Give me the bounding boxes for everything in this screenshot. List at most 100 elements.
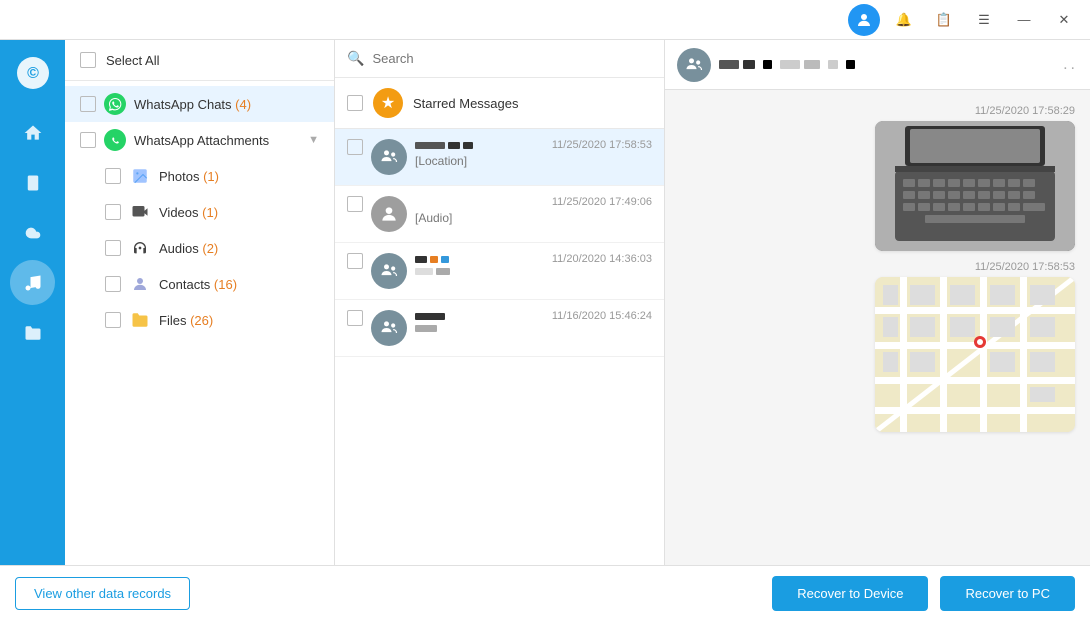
photos-label: Photos (1) xyxy=(159,169,219,184)
chat-3-preview xyxy=(415,268,652,275)
list-item-files[interactable]: Files (26) xyxy=(65,302,334,338)
sidebar-item-home[interactable] xyxy=(10,110,55,155)
title-bar-icons: 🔔 📋 ☰ — ✕ xyxy=(848,4,1080,36)
sidebar: © xyxy=(0,40,65,565)
photos-checkbox[interactable] xyxy=(105,168,121,184)
menu-icon[interactable]: ☰ xyxy=(968,4,1000,36)
list-item-photos[interactable]: Photos (1) xyxy=(65,158,334,194)
list-item-audios[interactable]: Audios (2) xyxy=(65,230,334,266)
left-panel: Select All WhatsApp Chats (4) xyxy=(65,40,335,565)
chat-1-content: 11/25/2020 17:58:53 [Location] xyxy=(415,139,652,168)
photos-icon xyxy=(129,165,151,187)
list-item-whatsapp-chats[interactable]: WhatsApp Chats (4) xyxy=(65,86,334,122)
chat-3-avatar xyxy=(371,253,407,289)
view-records-button[interactable]: View other data records xyxy=(15,577,190,610)
main-layout: © Select All xyxy=(0,40,1090,565)
message1-time: 11/25/2020 17:58:29 xyxy=(875,105,1075,117)
minimize-button[interactable]: — xyxy=(1008,4,1040,36)
videos-icon xyxy=(129,201,151,223)
chat-list: 11/25/2020 17:58:53 [Location] 11/25/202… xyxy=(335,129,664,565)
search-icon: 🔍 xyxy=(347,50,364,67)
bell-icon[interactable]: 🔔 xyxy=(888,4,920,36)
category-list: WhatsApp Chats (4) WhatsApp Attachments … xyxy=(65,81,334,565)
whatsapp-attachments-label: WhatsApp Attachments xyxy=(134,133,269,148)
svg-text:©: © xyxy=(27,65,39,82)
chat-item-3[interactable]: 11/20/2020 14:36:03 xyxy=(335,243,664,300)
bottom-bar: View other data records Recover to Devic… xyxy=(0,565,1090,620)
chat-4-preview xyxy=(415,325,652,332)
whatsapp-chats-label: WhatsApp Chats (4) xyxy=(134,97,251,112)
sidebar-item-music[interactable] xyxy=(10,260,55,305)
message-map: 11/25/2020 17:58:53 xyxy=(875,261,1075,432)
chat-2-time: 11/25/2020 17:49:06 xyxy=(552,196,652,208)
chat-1-preview: [Location] xyxy=(415,154,652,168)
message-keyboard: 11/25/2020 17:58:29 xyxy=(875,105,1075,251)
keyboard-image xyxy=(875,121,1075,251)
chat-2-checkbox[interactable] xyxy=(347,196,363,212)
list-item-videos[interactable]: Videos (1) xyxy=(65,194,334,230)
videos-checkbox[interactable] xyxy=(105,204,121,220)
message1-bubble xyxy=(875,121,1075,251)
files-label: Files (26) xyxy=(159,313,213,328)
starred-label: Starred Messages xyxy=(413,96,519,111)
chat-item-1[interactable]: 11/25/2020 17:58:53 [Location] xyxy=(335,129,664,186)
sidebar-item-cloud[interactable] xyxy=(10,210,55,255)
close-button[interactable]: ✕ xyxy=(1048,4,1080,36)
sidebar-logo: © xyxy=(10,50,55,95)
map-image xyxy=(875,277,1075,432)
list-item-contacts[interactable]: Contacts (16) xyxy=(65,266,334,302)
files-icon xyxy=(129,309,151,331)
select-all-header[interactable]: Select All xyxy=(65,40,334,81)
right-panel-avatar xyxy=(677,48,711,82)
right-panel: .. 11/25/2020 17:58:29 xyxy=(665,40,1090,565)
header-name-blocks xyxy=(719,60,855,69)
select-all-label: Select All xyxy=(106,53,159,68)
files-checkbox[interactable] xyxy=(105,312,121,328)
middle-panel: 🔍 ★ Starred Messages xyxy=(335,40,665,565)
whatsapp-chats-checkbox[interactable] xyxy=(80,96,96,112)
avatar-icon[interactable] xyxy=(848,4,880,36)
right-panel-header: .. xyxy=(665,40,1090,90)
whatsapp-attachments-checkbox[interactable] xyxy=(80,132,96,148)
whatsapp-chats-icon xyxy=(104,93,126,115)
chat-2-preview: [Audio] xyxy=(415,211,652,225)
chat-3-content: 11/20/2020 14:36:03 xyxy=(415,253,652,275)
chat-4-avatar xyxy=(371,310,407,346)
audios-label: Audios (2) xyxy=(159,241,218,256)
sidebar-item-folder[interactable] xyxy=(10,310,55,355)
videos-label: Videos (1) xyxy=(159,205,218,220)
chat-1-time: 11/25/2020 17:58:53 xyxy=(552,139,652,151)
starred-checkbox[interactable] xyxy=(347,95,363,111)
expand-arrow-icon: ▼ xyxy=(308,134,319,146)
title-bar: 🔔 📋 ☰ — ✕ xyxy=(0,0,1090,40)
recover-pc-button[interactable]: Recover to PC xyxy=(940,576,1075,611)
audios-checkbox[interactable] xyxy=(105,240,121,256)
list-item-whatsapp-attachments[interactable]: WhatsApp Attachments ▼ xyxy=(65,122,334,158)
chat-1-avatar xyxy=(371,139,407,175)
contacts-checkbox[interactable] xyxy=(105,276,121,292)
contacts-label: Contacts (16) xyxy=(159,277,237,292)
sidebar-item-phone[interactable] xyxy=(10,160,55,205)
select-all-checkbox[interactable] xyxy=(80,52,96,68)
star-icon: ★ xyxy=(373,88,403,118)
chat-item-4[interactable]: 11/16/2020 15:46:24 xyxy=(335,300,664,357)
chat-2-avatar xyxy=(371,196,407,232)
header-dots: .. xyxy=(1063,56,1078,74)
chat-1-checkbox[interactable] xyxy=(347,139,363,155)
contacts-icon xyxy=(129,273,151,295)
bottom-right-actions: Recover to Device Recover to PC xyxy=(772,576,1075,611)
search-bar: 🔍 xyxy=(335,40,664,78)
message-area: 11/25/2020 17:58:29 xyxy=(665,90,1090,565)
chat-4-time: 11/16/2020 15:46:24 xyxy=(552,310,652,322)
chat-4-content: 11/16/2020 15:46:24 xyxy=(415,310,652,332)
starred-messages-row[interactable]: ★ Starred Messages xyxy=(335,78,664,129)
chat-4-checkbox[interactable] xyxy=(347,310,363,326)
chat-item-2[interactable]: 11/25/2020 17:49:06 [Audio] xyxy=(335,186,664,243)
message2-time: 11/25/2020 17:58:53 xyxy=(875,261,1075,273)
notes-icon[interactable]: 📋 xyxy=(928,4,960,36)
search-input[interactable] xyxy=(372,51,652,66)
chat-3-time: 11/20/2020 14:36:03 xyxy=(552,253,652,265)
recover-device-button[interactable]: Recover to Device xyxy=(772,576,928,611)
audios-icon xyxy=(129,237,151,259)
chat-3-checkbox[interactable] xyxy=(347,253,363,269)
